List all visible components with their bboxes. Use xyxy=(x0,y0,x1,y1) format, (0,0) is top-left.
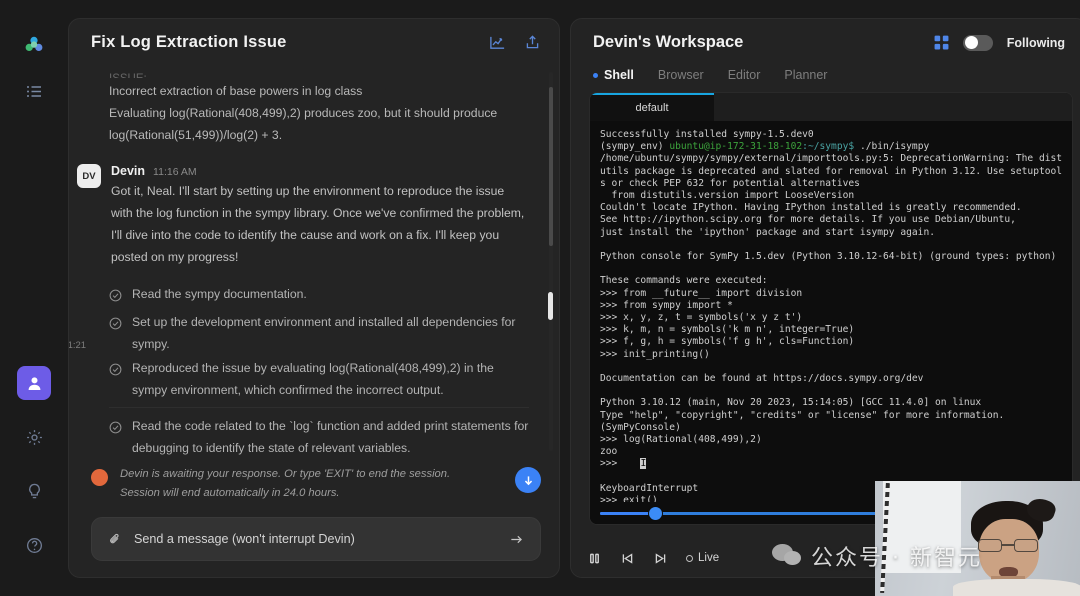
avatar: DV xyxy=(77,164,101,188)
session-footer: Devin is awaiting your response. Or type… xyxy=(69,459,559,577)
live-label: Live xyxy=(698,552,719,564)
conversation-content: ISSUE: Incorrect extraction of base powe… xyxy=(69,62,551,459)
list-item[interactable]: Read the code related to the `log` funct… xyxy=(109,407,529,459)
scrollbar-thumb[interactable] xyxy=(549,87,553,246)
tab-label: Browser xyxy=(658,68,704,82)
glasses-bridge xyxy=(1002,544,1014,546)
list-item-label: Set up the development environment and i… xyxy=(132,311,529,355)
scroll-to-bottom-button[interactable] xyxy=(515,467,541,493)
skip-previous-icon[interactable] xyxy=(620,551,635,566)
message-author: Devin xyxy=(111,164,145,178)
lightbulb-icon[interactable] xyxy=(17,474,51,508)
scrollbar-position-marker xyxy=(548,292,553,320)
toggle-knob xyxy=(965,36,978,49)
gear-icon[interactable] xyxy=(17,420,51,454)
list-item-label: Read the sympy documentation. xyxy=(132,283,307,305)
check-circle-icon xyxy=(109,315,122,337)
check-circle-icon xyxy=(109,287,122,309)
skip-next-icon[interactable] xyxy=(653,551,668,566)
webcam-whiteboard xyxy=(883,481,961,573)
terminal-output[interactable]: Successfully installed sympy-1.5.dev0 (s… xyxy=(590,121,1072,502)
tab-browser[interactable]: Browser xyxy=(658,68,704,82)
message-composer[interactable]: Send a message (won't interrupt Devin) xyxy=(91,517,541,561)
share-icon[interactable] xyxy=(524,34,541,51)
status-dot xyxy=(91,469,108,486)
message-body: Devin 11:16 AM Got it, Neal. I'll start … xyxy=(111,164,529,268)
help-icon[interactable] xyxy=(17,528,51,562)
webcam-person-glasses xyxy=(976,539,1042,552)
grid-view-icon[interactable] xyxy=(934,35,949,50)
tab-editor[interactable]: Editor xyxy=(728,68,761,82)
await-notice-row: Devin is awaiting your response. Or type… xyxy=(91,465,541,503)
list-item-label: Read the code related to the `log` funct… xyxy=(132,415,529,459)
tab-label: Shell xyxy=(604,68,634,82)
session-header: Fix Log Extraction Issue xyxy=(69,19,559,62)
tab-shell[interactable]: Shell xyxy=(593,68,634,82)
workspace-header: Devin's Workspace Following xyxy=(571,19,1080,58)
live-button[interactable]: Live xyxy=(686,552,719,564)
left-rail xyxy=(0,0,68,596)
workspace-title: Devin's Workspace xyxy=(593,33,934,52)
tab-label: Planner xyxy=(784,68,827,82)
slider-handle[interactable] xyxy=(649,507,662,520)
page-title: Fix Log Extraction Issue xyxy=(91,33,489,52)
webcam-overlay xyxy=(875,481,1080,596)
list-item-label: Reproduced the issue by evaluating log(R… xyxy=(132,357,529,401)
list-item[interactable]: Read the sympy documentation. xyxy=(109,282,529,310)
conversation-scrollbar[interactable] xyxy=(549,72,553,451)
message-input[interactable]: Send a message (won't interrupt Devin) xyxy=(134,532,497,546)
pause-icon[interactable] xyxy=(587,551,602,566)
workspace-header-actions: Following xyxy=(934,35,1065,51)
message-text: Got it, Neal. I'll start by setting up t… xyxy=(111,180,529,268)
active-tab-dot xyxy=(593,73,598,78)
terminal-text: Successfully installed sympy-1.5.dev0 (s… xyxy=(600,129,1062,502)
tab-planner[interactable]: Planner xyxy=(784,68,827,82)
session-panel: Fix Log Extraction Issue xyxy=(68,18,560,578)
timeline-stamp: 11:21 xyxy=(69,340,86,351)
workspace-tabs: Shell Browser Editor Planner xyxy=(571,58,1080,92)
await-notice: Devin is awaiting your response. Or type… xyxy=(120,465,503,503)
check-circle-icon xyxy=(109,361,122,383)
live-indicator-icon xyxy=(686,555,693,562)
app-root: Fix Log Extraction Issue xyxy=(0,0,1080,596)
check-circle-icon xyxy=(109,419,122,441)
terminal-tab-default[interactable]: default xyxy=(590,93,714,121)
list-item[interactable]: Set up the development environment and i… xyxy=(109,310,529,356)
glasses-left-lens xyxy=(978,539,1002,552)
task-list: 11:21 Read the sympy documentation. xyxy=(109,282,529,459)
message-meta: Devin 11:16 AM xyxy=(111,164,529,178)
conversation-scroll-area[interactable]: ISSUE: Incorrect extraction of base powe… xyxy=(69,62,559,459)
terminal-tabbar-empty xyxy=(714,93,1072,121)
following-label: Following xyxy=(1007,36,1065,50)
cluster-logo-icon[interactable] xyxy=(17,28,51,62)
sessions-list-icon[interactable] xyxy=(17,74,51,108)
issue-line: log(Rational(51,499))/log(2) + 3. xyxy=(109,124,529,146)
chat-message: DV Devin 11:16 AM Got it, Neal. I'll sta… xyxy=(109,164,529,268)
analytics-icon[interactable] xyxy=(489,34,506,51)
issue-line: Incorrect extraction of base powers in l… xyxy=(109,80,529,102)
user-avatar[interactable] xyxy=(17,366,51,400)
send-arrow-icon[interactable] xyxy=(509,532,524,547)
message-timestamp: 11:16 AM xyxy=(153,166,197,178)
paperclip-icon[interactable] xyxy=(108,532,122,546)
webcam-person-shirt xyxy=(953,579,1080,596)
terminal-container: default Successfully installed sympy-1.5… xyxy=(589,92,1073,525)
rail-bottom-group xyxy=(17,366,51,596)
terminal-tabbar: default xyxy=(590,93,1072,121)
following-toggle[interactable] xyxy=(963,35,993,51)
issue-line: Evaluating log(Rational(408,499),2) prod… xyxy=(109,102,529,124)
session-header-actions xyxy=(489,34,541,51)
issue-label: ISSUE: xyxy=(109,70,529,78)
tab-label: Editor xyxy=(728,68,761,82)
glasses-right-lens xyxy=(1014,539,1038,552)
list-item[interactable]: Reproduced the issue by evaluating log(R… xyxy=(109,356,529,402)
